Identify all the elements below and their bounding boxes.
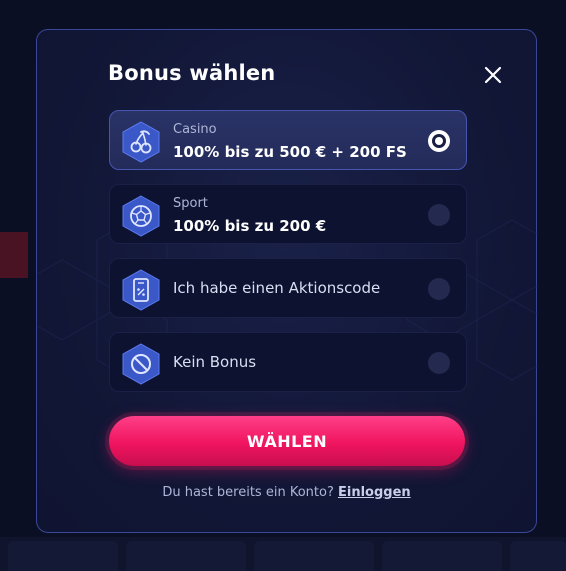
option-value: 100% bis zu 500 € + 200 FS <box>173 143 407 161</box>
option-label: Casino <box>173 122 217 137</box>
background-card <box>382 541 502 571</box>
bonus-option-promo-code[interactable]: Ich habe einen Aktionscode <box>109 258 467 318</box>
option-label: Sport <box>173 196 208 211</box>
login-prompt: Du hast bereits ein Konto? Einloggen <box>37 485 536 500</box>
soccer-ball-icon <box>122 195 160 237</box>
background-card <box>8 541 118 571</box>
background-card <box>126 541 246 571</box>
bonus-option-none[interactable]: Kein Bonus <box>109 332 467 392</box>
background-banner <box>0 232 28 278</box>
bonus-option-casino[interactable]: Casino 100% bis zu 500 € + 200 FS <box>109 110 467 170</box>
bonus-option-sport[interactable]: Sport 100% bis zu 200 € <box>109 184 467 244</box>
login-link[interactable]: Einloggen <box>338 485 411 500</box>
background-card <box>254 541 374 571</box>
radio-button[interactable] <box>428 278 450 300</box>
bonus-dialog: Bonus wählen Casino 100% bis zu 500 € + … <box>36 29 538 533</box>
background-card <box>510 541 566 571</box>
no-bonus-icon <box>122 343 160 385</box>
cherry-icon <box>122 121 160 163</box>
radio-button-selected[interactable] <box>428 130 450 152</box>
promo-code-icon <box>122 269 160 311</box>
close-icon[interactable] <box>484 66 502 84</box>
radio-button[interactable] <box>428 352 450 374</box>
radio-button[interactable] <box>428 204 450 226</box>
option-value: 100% bis zu 200 € <box>173 217 327 235</box>
login-prompt-text: Du hast bereits ein Konto? <box>162 485 334 500</box>
dialog-title: Bonus wählen <box>108 61 276 85</box>
option-label: Ich habe einen Aktionscode <box>173 279 381 297</box>
choose-button[interactable]: WÄHLEN <box>109 416 465 466</box>
option-label: Kein Bonus <box>173 353 257 371</box>
